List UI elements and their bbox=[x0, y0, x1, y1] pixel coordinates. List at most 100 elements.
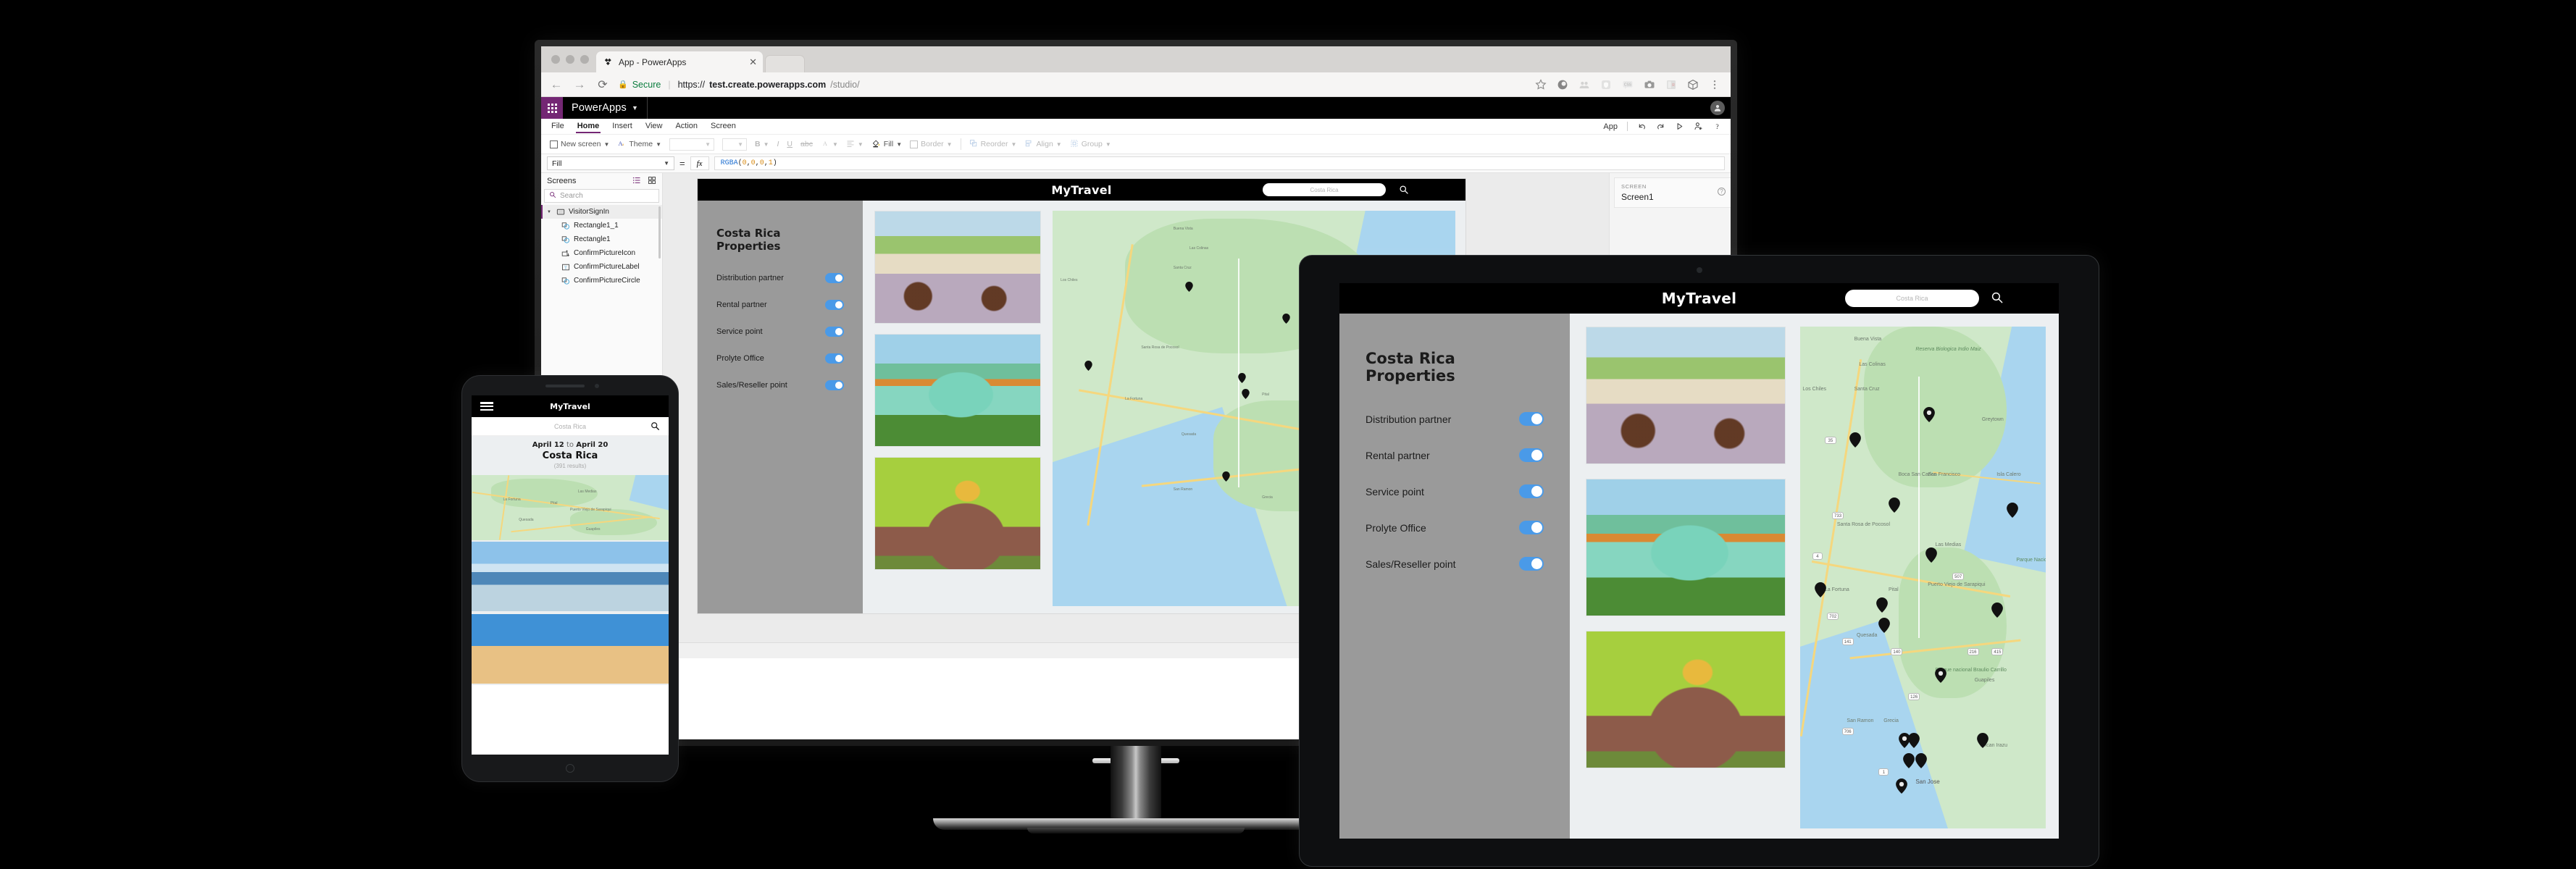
chevron-down-icon[interactable]: ▼ bbox=[832, 141, 838, 148]
selected-object-card[interactable]: SCREEN Screen1 ? bbox=[1614, 177, 1731, 208]
location-pin-icon[interactable] bbox=[1185, 282, 1194, 293]
star-icon[interactable] bbox=[1535, 78, 1547, 91]
property-select[interactable]: Fill ▼ bbox=[547, 156, 674, 170]
back-arrow-icon[interactable]: ← bbox=[548, 77, 564, 92]
costa-rica-map[interactable]: Buena Vista Las Colinas Santa Cruz Los C… bbox=[1800, 327, 2046, 828]
filter-distribution-partner[interactable]: Distribution partner bbox=[1366, 412, 1544, 426]
fx-button[interactable]: fx bbox=[690, 156, 709, 170]
location-pin-icon[interactable] bbox=[1903, 753, 1915, 769]
forward-arrow-icon[interactable]: → bbox=[572, 77, 587, 92]
new-screen-button[interactable]: New screen ▼ bbox=[550, 140, 609, 148]
location-pin-icon[interactable] bbox=[1878, 617, 1891, 633]
group-button[interactable]: Group ▼ bbox=[1070, 139, 1111, 150]
phone-search-input[interactable]: Costa Rica bbox=[472, 417, 669, 436]
bold-button[interactable]: B ▼ bbox=[755, 140, 769, 148]
window-close-button[interactable] bbox=[551, 55, 560, 64]
tree-item-rectangle1-1[interactable]: Rectangle1_1 bbox=[541, 219, 662, 232]
pool-villa-photo[interactable] bbox=[472, 540, 669, 613]
filter-rental-partner[interactable]: Rental partner bbox=[1366, 448, 1544, 462]
green-beach-house-photo[interactable] bbox=[1586, 479, 1786, 616]
filter-toggle[interactable] bbox=[825, 300, 844, 310]
chevron-down-icon[interactable]: ▼ bbox=[1105, 141, 1111, 148]
app-search-input[interactable]: Costa Rica bbox=[1845, 290, 1979, 307]
filter-sales-reseller-point[interactable]: Sales/Reseller point bbox=[1366, 557, 1544, 571]
location-pin-icon[interactable] bbox=[1238, 372, 1246, 383]
window-maximize-button[interactable] bbox=[580, 55, 589, 64]
location-pin-icon[interactable] bbox=[1815, 582, 1827, 598]
thumbnail-view-icon[interactable] bbox=[648, 176, 656, 187]
balcony-chairs-photo[interactable] bbox=[1586, 327, 1786, 464]
filter-rental-partner[interactable]: Rental partner bbox=[716, 300, 844, 310]
filter-toggle[interactable] bbox=[1519, 448, 1544, 462]
search-icon[interactable] bbox=[1991, 291, 2004, 308]
filter-toggle[interactable] bbox=[825, 380, 844, 390]
app-search-input[interactable]: Costa Rica bbox=[1263, 183, 1386, 196]
new-tab-button[interactable] bbox=[765, 55, 805, 72]
tree-item-confirmpictureicon[interactable]: ConfirmPictureIcon bbox=[541, 246, 662, 260]
filter-toggle[interactable] bbox=[1519, 412, 1544, 426]
green-living-room-photo[interactable] bbox=[1586, 631, 1786, 768]
location-pin-icon[interactable] bbox=[1991, 603, 2004, 618]
extension-people-icon[interactable] bbox=[1578, 79, 1590, 91]
chevron-down-icon[interactable]: ▼ bbox=[896, 141, 902, 148]
tree-item-confirmpicturecircle[interactable]: ConfirmPictureCircle bbox=[541, 274, 662, 287]
powerapps-brand[interactable]: PowerApps ▼ bbox=[563, 102, 647, 114]
reload-icon[interactable]: ⟳ bbox=[595, 77, 611, 92]
filter-distribution-partner[interactable]: Distribution partner bbox=[716, 273, 844, 283]
redo-icon[interactable] bbox=[1656, 122, 1665, 131]
location-pin-icon[interactable] bbox=[1282, 313, 1290, 324]
font-size-select[interactable]: ▼ bbox=[722, 138, 747, 151]
green-living-room-photo[interactable] bbox=[874, 457, 1041, 570]
chevron-down-icon[interactable]: ▼ bbox=[1056, 141, 1062, 148]
underline-button[interactable]: U bbox=[787, 140, 793, 148]
beach-aerial-photo[interactable] bbox=[472, 613, 669, 685]
text-align-button[interactable]: ▼ bbox=[846, 139, 863, 150]
ribbon-tab-file[interactable]: File bbox=[550, 120, 566, 133]
filter-toggle[interactable] bbox=[1519, 521, 1544, 534]
add-user-icon[interactable] bbox=[1694, 122, 1703, 131]
filter-toggle[interactable] bbox=[1519, 557, 1544, 571]
chevron-down-icon[interactable]: ▼ bbox=[858, 141, 863, 148]
search-icon[interactable] bbox=[1399, 185, 1409, 198]
filter-toggle[interactable] bbox=[825, 273, 844, 283]
extension-shield-icon[interactable] bbox=[1600, 79, 1612, 91]
font-color-button[interactable]: A ▼ bbox=[821, 139, 838, 150]
location-pin-icon[interactable] bbox=[1849, 432, 1861, 448]
border-button[interactable]: Border ▼ bbox=[910, 140, 953, 148]
chevron-down-icon[interactable]: ▼ bbox=[632, 104, 638, 112]
extension-book-icon[interactable]: R bbox=[1665, 79, 1677, 91]
italic-button[interactable]: I bbox=[777, 140, 779, 148]
reorder-button[interactable]: Reorder ▼ bbox=[969, 139, 1017, 150]
help-question-icon[interactable]: ? bbox=[1718, 188, 1726, 196]
tree-item-rectangle1[interactable]: Rectangle1 bbox=[541, 232, 662, 246]
search-icon[interactable] bbox=[651, 421, 660, 432]
filter-sales-reseller-point[interactable]: Sales/Reseller point bbox=[716, 380, 844, 390]
phone-map[interactable]: La Fortuna Pital Las Medias Puerto Viejo… bbox=[472, 475, 669, 540]
close-icon[interactable]: ✕ bbox=[749, 57, 757, 67]
window-traffic-lights[interactable] bbox=[550, 46, 596, 72]
filter-service-point[interactable]: Service point bbox=[716, 327, 844, 337]
location-pin-icon[interactable] bbox=[1889, 497, 1900, 513]
ribbon-tab-home[interactable]: Home bbox=[575, 120, 601, 133]
location-pin-icon[interactable] bbox=[1908, 733, 1920, 749]
tree-item-confirmpicturelabel[interactable]: T ConfirmPictureLabel bbox=[541, 260, 662, 274]
font-family-select[interactable]: ▼ bbox=[669, 138, 714, 151]
location-pin-icon[interactable] bbox=[1896, 778, 1908, 794]
location-pin-icon[interactable] bbox=[1876, 597, 1888, 613]
ribbon-tab-action[interactable]: Action bbox=[674, 120, 699, 133]
play-preview-icon[interactable] bbox=[1675, 122, 1684, 131]
formula-input[interactable]: RGBA(0, 0, 0, 1) bbox=[714, 156, 1725, 170]
screens-search-input[interactable]: Search bbox=[544, 189, 659, 203]
chevron-down-icon[interactable]: ▼ bbox=[656, 141, 661, 148]
location-pin-icon[interactable] bbox=[1242, 388, 1250, 399]
chevron-down-icon[interactable]: ▼ bbox=[603, 141, 609, 148]
help-question-icon[interactable]: ? bbox=[1713, 122, 1722, 131]
location-pin-icon[interactable] bbox=[1923, 406, 1935, 422]
location-pin-icon[interactable] bbox=[1915, 753, 1928, 769]
theme-button[interactable]: Aa Theme ▼ bbox=[617, 139, 661, 150]
chevron-down-icon[interactable]: ▼ bbox=[1011, 141, 1017, 148]
location-pin-icon[interactable] bbox=[1977, 733, 1989, 749]
filter-toggle[interactable] bbox=[825, 353, 844, 364]
filter-toggle[interactable] bbox=[1519, 484, 1544, 498]
strikethrough-button[interactable]: abc bbox=[800, 140, 813, 148]
